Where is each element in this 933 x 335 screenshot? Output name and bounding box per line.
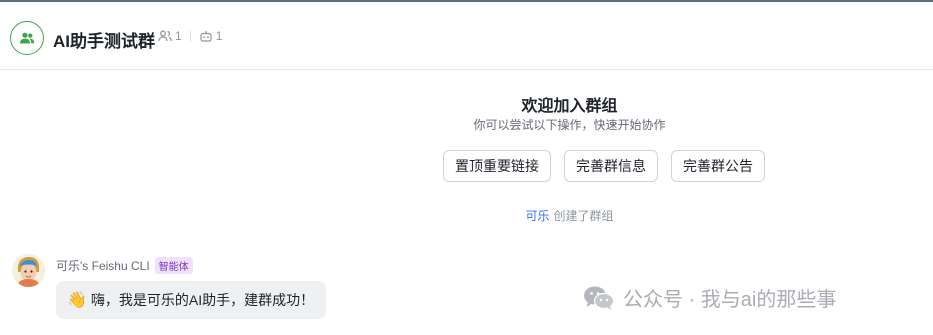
waving-hand-icon: 👋 bbox=[67, 292, 87, 309]
system-message: 可乐 创建了群组 bbox=[0, 207, 933, 224]
members-icon[interactable] bbox=[158, 30, 172, 42]
creator-user-link[interactable]: 可乐 bbox=[525, 209, 549, 223]
cartoon-avatar-icon bbox=[12, 254, 45, 287]
welcome-title: 欢迎加入群组 bbox=[521, 98, 618, 115]
member-count: 1 bbox=[175, 29, 182, 43]
watermark: 公众号 · 我与ai的那些事 bbox=[583, 283, 836, 312]
group-people-icon bbox=[20, 32, 35, 44]
bot-count: 1 bbox=[215, 29, 223, 43]
bot-icon[interactable] bbox=[199, 30, 213, 42]
watermark-text: 公众号 · 我与ai的那些事 bbox=[623, 289, 837, 311]
message-sender-row: 可乐's Feishu CLI 智能体 bbox=[56, 257, 193, 274]
pin-important-links-button[interactable]: 置顶重要链接 bbox=[443, 150, 551, 182]
message-text: 嗨，我是可乐的AI助手，建群成功！ bbox=[90, 292, 315, 308]
group-avatar[interactable] bbox=[10, 21, 44, 55]
message-bubble[interactable]: 👋 嗨，我是可乐的AI助手，建群成功！ bbox=[56, 281, 326, 319]
meta-divider bbox=[189, 30, 191, 42]
complete-group-info-button[interactable]: 完善群信息 bbox=[564, 150, 658, 182]
system-message-text: 创建了群组 bbox=[553, 209, 614, 223]
agent-badge: 智能体 bbox=[154, 257, 193, 274]
welcome-subtitle: 你可以尝试以下操作，快速开始协作 bbox=[473, 118, 666, 132]
group-name[interactable]: AI助手测试群 bbox=[53, 27, 155, 52]
complete-group-announcement-button[interactable]: 完善群公告 bbox=[671, 150, 765, 182]
welcome-actions: 置顶重要链接 完善群信息 完善群公告 bbox=[443, 150, 765, 182]
chat-header: AI助手测试群 1 1 bbox=[0, 2, 933, 70]
sender-avatar[interactable] bbox=[12, 254, 45, 287]
wechat-icon bbox=[584, 286, 615, 310]
sender-name[interactable]: 可乐's Feishu CLI bbox=[56, 257, 150, 274]
group-meta: 1 1 bbox=[158, 29, 222, 43]
